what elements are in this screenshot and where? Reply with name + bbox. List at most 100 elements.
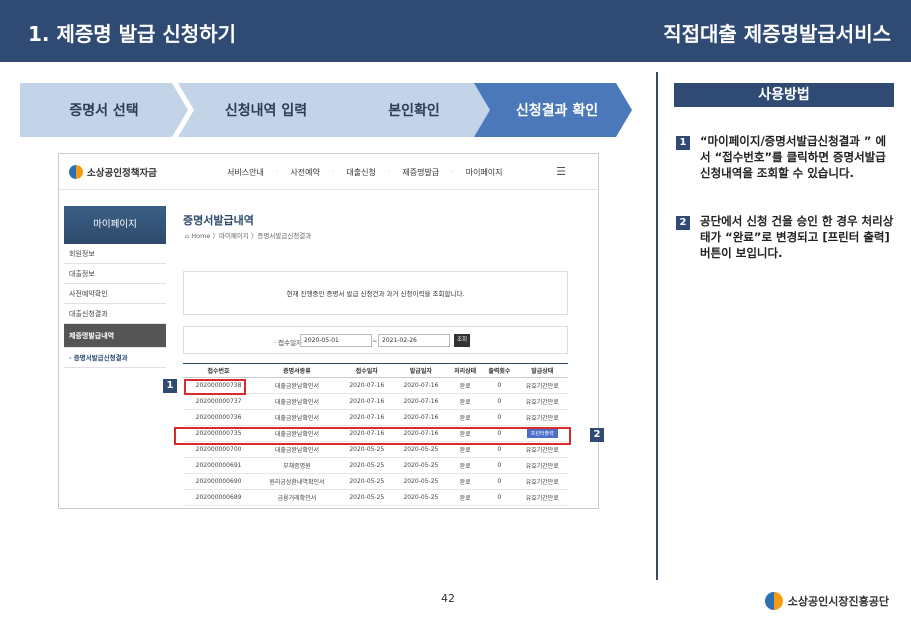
sidebar-heading: 마이페이지 <box>64 206 166 244</box>
date-from-input[interactable]: 2020-05-01 <box>300 334 372 347</box>
table-cell: 2020-05-25 <box>393 473 448 490</box>
howto-heading: 사용방법 <box>674 83 894 107</box>
logo-icon <box>69 165 83 179</box>
table-cell: 완료 <box>447 457 483 474</box>
howto-num-1: 1 <box>676 136 690 150</box>
table-row: 202000000736 대출금완납확인서 2020-07-16 2020-07-16… <box>183 409 568 426</box>
menu-certificate[interactable]: 제증명발급 <box>402 167 439 178</box>
page-number: 42 <box>441 592 455 605</box>
process-steps: 증명서 선택 신청내역 입력 본인확인 신청결과 확인 <box>20 83 632 137</box>
table-cell: 유효기간만료 <box>516 473 568 490</box>
service-title: 직접대출 제증명발급서비스 <box>663 22 891 46</box>
table-cell: 완료 <box>447 409 483 426</box>
footer-logo: 소상공인시장진흥공단 <box>764 592 889 610</box>
table-cell: 0 <box>482 393 517 410</box>
table-cell: 0 <box>482 457 517 474</box>
marker-2: 2 <box>590 428 604 442</box>
receipt-number-link[interactable]: 202000000689 <box>183 489 255 506</box>
date-range-separator: ~ <box>372 337 378 345</box>
table-cell: 2020-07-16 <box>393 393 448 410</box>
step-1: 증명서 선택 <box>20 83 188 137</box>
col-process-status: 처리상태 <box>447 363 483 378</box>
sidebar-item-loan-result[interactable]: 대출신청결과 <box>64 304 166 324</box>
table-cell: 2020-07-16 <box>339 393 394 410</box>
search-button[interactable]: 조회 <box>454 334 470 347</box>
table-row: 202000000691 부채증명원 2020-05-25 2020-05-25 완료 0… <box>183 457 568 474</box>
org-logo-icon <box>764 592 783 610</box>
table-cell: 유효기간만료 <box>516 377 568 394</box>
content-title: 증명서발급내역 <box>183 214 254 227</box>
table-cell: 2020-05-25 <box>393 489 448 506</box>
breadcrumb: ⌂ Home 〉마이페이지 〉증명서발급신청결과 <box>185 230 311 240</box>
date-label: · 접수일자 <box>274 339 303 347</box>
table-cell: 0 <box>482 473 517 490</box>
page-header: 1. 제증명 발급 신청하기 직접대출 제증명발급서비스 <box>0 0 911 62</box>
hamburger-menu-icon[interactable]: ☰ <box>556 165 566 178</box>
table-cell: 부채증명원 <box>254 457 340 474</box>
site-logo-text: 소상공인정책자금 <box>87 168 157 179</box>
table-cell: 완료 <box>447 489 483 506</box>
col-print-count: 출력횟수 <box>482 363 517 378</box>
howto-item-1: 1 “마이페이지/증명서발급신청결과 ” 에서 “접수번호”를 클릭하면 증명서… <box>676 133 896 181</box>
menu-loan-apply[interactable]: 대출신청 <box>346 167 375 178</box>
step-4-current: 신청결과 확인 <box>474 83 632 137</box>
table-row: 202000000690 원리금상환내역확인서 2020-05-25 2020-05-… <box>183 473 568 490</box>
howto-num-2: 2 <box>676 216 690 230</box>
footer-org-name: 소상공인시장진흥공단 <box>787 595 889 608</box>
table-cell: 유효기간만료 <box>516 457 568 474</box>
table-cell: 2020-07-16 <box>339 409 394 426</box>
receipt-number-link[interactable]: 202000000691 <box>183 457 255 474</box>
table-cell: 대출금완납확인서 <box>254 377 340 394</box>
table-cell: 금융거래확인서 <box>254 489 340 506</box>
site-logo[interactable]: 소상공인정책자금 <box>69 165 157 179</box>
site-menu: 서비스안내 · 사전예약 · 대출신청 · 제증명발급 · 마이페이지 <box>227 167 515 178</box>
menu-separator: · <box>331 167 335 176</box>
menu-mypage[interactable]: 마이페이지 <box>466 167 503 178</box>
step-3: 본인확인 <box>326 83 494 137</box>
vertical-divider <box>656 72 658 580</box>
col-receipt-no: 접수번호 <box>183 363 255 378</box>
receipt-number-link[interactable]: 202000000737 <box>183 393 255 410</box>
table-cell: 유효기간만료 <box>516 489 568 506</box>
table-cell: 완료 <box>447 473 483 490</box>
mypage-sidebar: 마이페이지 회원정보 대출정보 사전예약확인 대출신청결과 제증명발급내역 · … <box>64 206 166 368</box>
table-cell: 2020-07-16 <box>339 377 394 394</box>
page-title: 1. 제증명 발급 신청하기 <box>28 22 237 46</box>
col-cert-type: 증명서종류 <box>254 363 340 378</box>
col-receipt-date: 접수일자 <box>339 363 394 378</box>
howto-text-2: 공단에서 신청 건을 승인 한 경우 처리상태가 “완료”로 변경되고 [프린터… <box>700 214 894 260</box>
table-header-row: 접수번호 증명서종류 접수일자 발급일자 처리상태 출력횟수 발급상태 <box>183 363 568 378</box>
sidebar-item-certificate-history[interactable]: 제증명발급내역 <box>64 324 166 348</box>
table-cell: 2020-05-25 <box>339 457 394 474</box>
receipt-number-link[interactable]: 202000000736 <box>183 409 255 426</box>
sidebar-subitem-certificate-result[interactable]: · 증명서발급신청결과 <box>64 348 166 368</box>
table-row: 202000000689 금융거래확인서 2020-05-25 2020-05-25 완… <box>183 489 568 506</box>
marker-1: 1 <box>163 379 177 393</box>
notice-box: 현재 진행중인 증명서 발급 신청건과 과거 신청이력을 조회합니다. <box>183 271 568 315</box>
table-cell: 완료 <box>447 393 483 410</box>
site-nav: 소상공인정책자금 서비스안내 · 사전예약 · 대출신청 · 제증명발급 · 마이페이지… <box>59 154 598 190</box>
menu-separator: · <box>387 167 391 176</box>
col-issue-date: 발급일자 <box>393 363 448 378</box>
menu-service-info[interactable]: 서비스안내 <box>227 167 264 178</box>
table-cell: 0 <box>482 409 517 426</box>
sidebar-item-reservation[interactable]: 사전예약확인 <box>64 284 166 304</box>
step-2-label: 신청내역 입력 <box>224 103 308 119</box>
date-search: · 접수일자 2020-05-01 ~ 2021-02-26 조회 <box>183 326 568 354</box>
table-row: 202000000737 대출금완납확인서 2020-07-16 2020-07-16… <box>183 393 568 410</box>
col-issue-status: 발급상태 <box>516 363 568 378</box>
menu-reservation[interactable]: 사전예약 <box>290 167 319 178</box>
step-1-label: 증명서 선택 <box>69 103 139 119</box>
table-cell: 원리금상환내역확인서 <box>254 473 340 490</box>
sidebar-item-member[interactable]: 회원정보 <box>64 244 166 264</box>
receipt-number-link[interactable]: 202000000690 <box>183 473 255 490</box>
menu-separator: · <box>275 167 279 176</box>
table-cell: 2020-07-16 <box>393 377 448 394</box>
website-screenshot: 소상공인정책자금 서비스안내 · 사전예약 · 대출신청 · 제증명발급 · 마이페이지… <box>58 153 599 509</box>
sidebar-item-loan-info[interactable]: 대출정보 <box>64 264 166 284</box>
table-cell: 2020-05-25 <box>339 473 394 490</box>
table-cell: 유효기간만료 <box>516 393 568 410</box>
howto-item-2: 2 공단에서 신청 건을 승인 한 경우 처리상태가 “완료”로 변경되고 [프… <box>676 213 896 261</box>
date-to-input[interactable]: 2021-02-26 <box>378 334 450 347</box>
table-cell: 0 <box>482 489 517 506</box>
